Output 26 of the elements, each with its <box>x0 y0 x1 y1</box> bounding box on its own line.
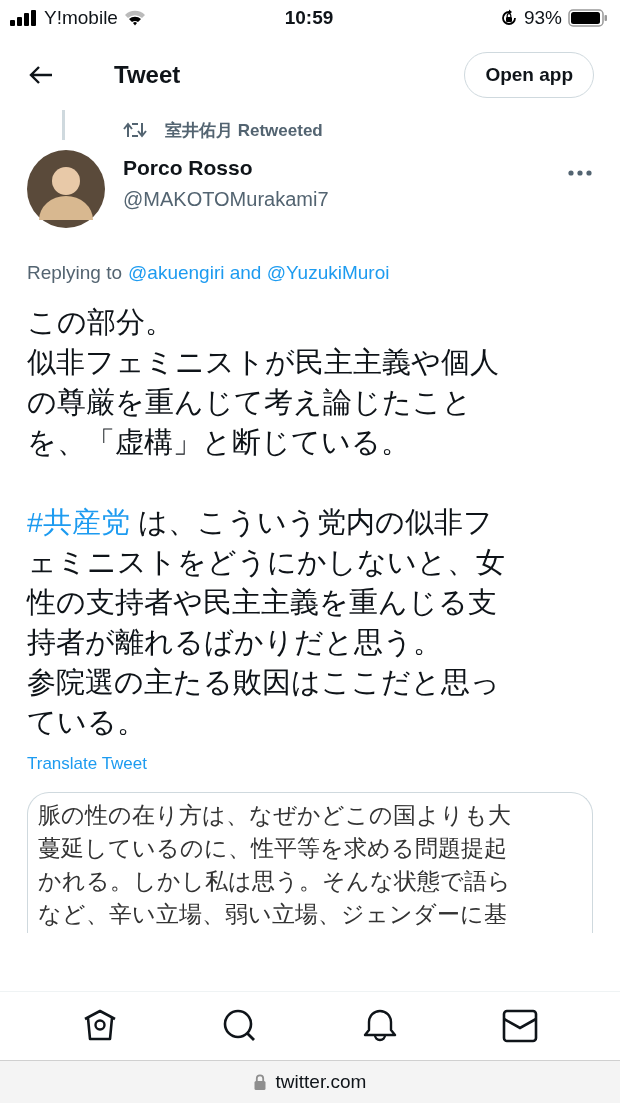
image-text: 脈の性の在り方は、なぜかどこの国よりも大 蔓延しているのに、性平等を求める問題提起 かれる。しかし私は思う。そんな状態で語ら など、辛い立場、弱い立場、ジェンダーに基 <box>38 802 512 929</box>
page-title: Tweet <box>114 61 182 89</box>
open-app-button[interactable]: Open app <box>464 52 594 98</box>
battery-percent: 93% <box>523 7 562 29</box>
author-name[interactable]: Porco Rosso <box>123 156 568 180</box>
retweet-icon <box>123 121 147 139</box>
avatar[interactable] <box>27 150 105 228</box>
carrier-name: Y!mobile <box>44 7 118 29</box>
tweet-image-card[interactable]: 脈の性の在り方は、なぜかどこの国よりも大 蔓延しているのに、性平等を求める問題提起 かれる。しかし私は思う。そんな状態で語ら など、辛い立場、弱い立場、ジェンダーに基 <box>27 792 593 933</box>
back-arrow-icon[interactable] <box>28 64 54 86</box>
more-icon[interactable] <box>568 170 592 176</box>
url-text[interactable]: twitter.com <box>275 1071 367 1093</box>
bell-icon[interactable] <box>362 1008 398 1044</box>
clock-time: 10:59 <box>284 7 334 29</box>
tweet-paragraph: この部分。 似非フェミニストが民主主義や個人 の尊厳を重んじて考え論じたこと を、「虚構」と断じている。 <box>27 305 500 460</box>
retweeted-by-label: 室井佑月 Retweeted <box>165 119 323 142</box>
rotation-lock-icon <box>499 9 518 27</box>
replying-to-label: Replying to <box>27 262 123 284</box>
battery-icon <box>568 9 608 27</box>
lock-icon <box>253 1074 266 1090</box>
author-handle[interactable]: @MAKOTOMurakami7 <box>123 188 568 211</box>
tweet-paragraph: ェミニストをどうにかしないと、女 性の支持者や民主主義を重んじる支 持者が離れるばかりだと思う。 参院選の主たる敗因はここだと思っ ている。 <box>27 545 506 740</box>
mail-icon[interactable] <box>502 1008 538 1044</box>
tweet-text: は、こういう党内の似非フ <box>136 506 493 538</box>
signal-icon <box>10 10 38 26</box>
wifi-icon <box>123 10 146 26</box>
